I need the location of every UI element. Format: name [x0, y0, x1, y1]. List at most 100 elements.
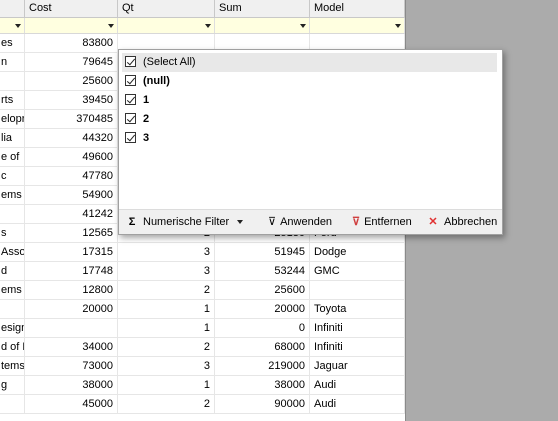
filter-cell-qt[interactable] — [118, 18, 215, 33]
model-cell[interactable] — [310, 281, 405, 299]
column-header-sum[interactable]: Sum — [215, 0, 310, 17]
model-cell[interactable]: Audi — [310, 376, 405, 394]
cost-cell[interactable]: 12800 — [25, 281, 118, 299]
cost-cell[interactable]: 34000 — [25, 338, 118, 356]
cost-cell[interactable]: 25600 — [25, 72, 118, 90]
column-header-cost[interactable]: Cost — [25, 0, 118, 17]
checkbox[interactable] — [125, 113, 136, 124]
cost-cell[interactable]: 83800 — [25, 34, 118, 52]
filter-list-item[interactable]: (Select All) — [122, 53, 497, 72]
filter-dropdown-icon[interactable] — [15, 24, 21, 28]
filter-list-item[interactable]: (null) — [122, 72, 497, 91]
name-cell[interactable]: tems — [0, 357, 25, 375]
sum-cell[interactable]: 90000 — [215, 395, 310, 413]
remove-filter-button[interactable]: ⊽ Entfernen — [352, 210, 412, 234]
cost-cell[interactable]: 45000 — [25, 395, 118, 413]
checkbox[interactable] — [125, 56, 136, 67]
filter-dropdown-icon[interactable] — [395, 24, 401, 28]
filter-cell-cost[interactable] — [25, 18, 118, 33]
cost-cell[interactable]: 79645 — [25, 53, 118, 71]
cost-cell[interactable]: 73000 — [25, 357, 118, 375]
qt-cell[interactable]: 2 — [118, 395, 215, 413]
qt-cell[interactable]: 2 — [118, 338, 215, 356]
sum-cell[interactable]: 219000 — [215, 357, 310, 375]
filter-cell-model[interactable] — [310, 18, 405, 33]
cancel-button[interactable]: ✕ Abbrechen — [426, 210, 497, 234]
model-cell[interactable]: Infiniti — [310, 338, 405, 356]
filter-cell-0[interactable] — [0, 18, 25, 33]
name-cell[interactable]: n — [0, 53, 25, 71]
filter-list-item[interactable]: 1 — [122, 91, 497, 110]
cost-cell[interactable]: 17315 — [25, 243, 118, 261]
model-cell[interactable]: Toyota — [310, 300, 405, 318]
sum-cell[interactable]: 53244 — [215, 262, 310, 280]
name-cell[interactable]: d — [0, 262, 25, 280]
table-row[interactable]: 45000 2 90000 Audi — [0, 395, 405, 414]
name-cell[interactable]: rts — [0, 91, 25, 109]
cost-cell[interactable]: 17748 — [25, 262, 118, 280]
cost-cell[interactable]: 41242 — [25, 205, 118, 223]
sum-cell[interactable]: 68000 — [215, 338, 310, 356]
cost-cell[interactable]: 54900 — [25, 186, 118, 204]
filter-list-item[interactable]: 2 — [122, 110, 497, 129]
sum-cell[interactable]: 38000 — [215, 376, 310, 394]
numeric-filter-button[interactable]: Σ Numerische Filter — [125, 210, 244, 234]
cost-cell[interactable]: 47780 — [25, 167, 118, 185]
model-cell[interactable]: Dodge — [310, 243, 405, 261]
sum-cell[interactable]: 51945 — [215, 243, 310, 261]
table-row[interactable]: ems 12800 2 25600 — [0, 281, 405, 300]
checkbox[interactable] — [125, 75, 136, 86]
cost-cell[interactable] — [25, 319, 118, 337]
filter-cell-sum[interactable] — [215, 18, 310, 33]
name-cell[interactable]: Assoc — [0, 243, 25, 261]
name-cell[interactable]: s — [0, 224, 25, 242]
model-cell[interactable]: GMC — [310, 262, 405, 280]
cost-cell[interactable]: 20000 — [25, 300, 118, 318]
name-cell[interactable]: d of F — [0, 338, 25, 356]
qt-cell[interactable]: 1 — [118, 300, 215, 318]
checkbox[interactable] — [125, 132, 136, 143]
cost-cell[interactable]: 12565 — [25, 224, 118, 242]
sum-cell[interactable]: 0 — [215, 319, 310, 337]
name-cell[interactable]: esign — [0, 319, 25, 337]
table-row[interactable]: d 17748 3 53244 GMC — [0, 262, 405, 281]
column-header-0[interactable] — [0, 0, 25, 17]
checkbox[interactable] — [125, 94, 136, 105]
name-cell[interactable]: es — [0, 34, 25, 52]
filter-dropdown-icon[interactable] — [205, 24, 211, 28]
qt-cell[interactable]: 3 — [118, 243, 215, 261]
qt-cell[interactable]: 3 — [118, 262, 215, 280]
name-cell[interactable]: g — [0, 376, 25, 394]
name-cell[interactable]: e of — [0, 148, 25, 166]
column-header-model[interactable]: Model — [310, 0, 405, 17]
name-cell[interactable] — [0, 205, 25, 223]
name-cell[interactable] — [0, 300, 25, 318]
column-header-qt[interactable]: Qt — [118, 0, 215, 17]
name-cell[interactable]: ems — [0, 186, 25, 204]
sum-cell[interactable]: 25600 — [215, 281, 310, 299]
sum-cell[interactable]: 20000 — [215, 300, 310, 318]
qt-cell[interactable]: 3 — [118, 357, 215, 375]
name-cell[interactable]: lia — [0, 129, 25, 147]
qt-cell[interactable]: 1 — [118, 376, 215, 394]
name-cell[interactable] — [0, 395, 25, 413]
table-row[interactable]: g 38000 1 38000 Audi — [0, 376, 405, 395]
filter-dropdown-icon[interactable] — [300, 24, 306, 28]
name-cell[interactable] — [0, 72, 25, 90]
cost-cell[interactable]: 370485 — [25, 110, 118, 128]
cost-cell[interactable]: 38000 — [25, 376, 118, 394]
filter-dropdown-icon[interactable] — [108, 24, 114, 28]
table-row[interactable]: d of F34000268000Infiniti — [0, 338, 405, 357]
table-row[interactable]: tems 73000 3 219000 Jaguar — [0, 357, 405, 376]
cost-cell[interactable]: 39450 — [25, 91, 118, 109]
model-cell[interactable]: Jaguar — [310, 357, 405, 375]
model-cell[interactable]: Infiniti — [310, 319, 405, 337]
name-cell[interactable]: elopr — [0, 110, 25, 128]
table-row[interactable]: Assoc17315351945Dodge — [0, 243, 405, 262]
filter-list-item[interactable]: 3 — [122, 129, 497, 148]
table-row[interactable]: esign 1 0 Infiniti — [0, 319, 405, 338]
name-cell[interactable]: ems — [0, 281, 25, 299]
apply-button[interactable]: ⊽ Anwenden — [268, 210, 332, 234]
table-row[interactable]: 20000 1 20000 Toyota — [0, 300, 405, 319]
model-cell[interactable]: Audi — [310, 395, 405, 413]
